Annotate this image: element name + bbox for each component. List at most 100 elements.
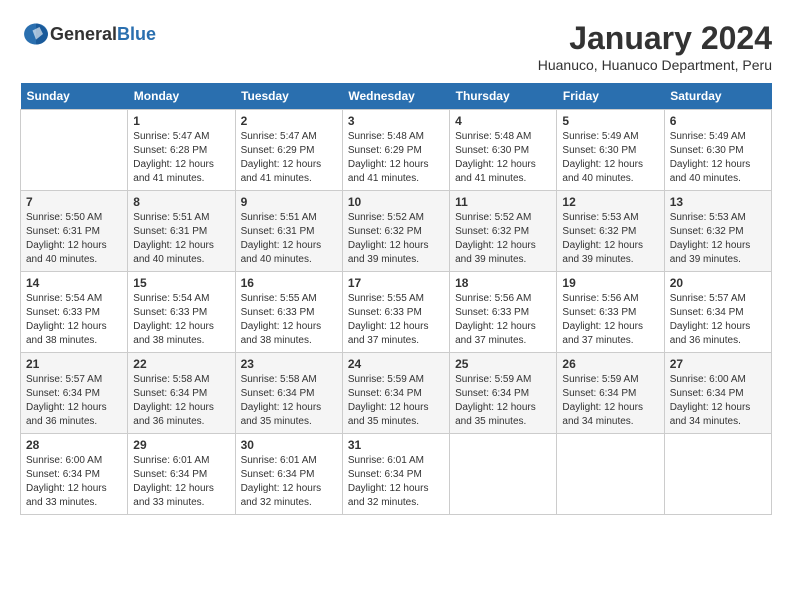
day-info: Sunrise: 5:53 AM Sunset: 6:32 PM Dayligh… (562, 211, 658, 267)
col-monday: Monday (128, 83, 235, 110)
calendar-cell: 29Sunrise: 6:01 AM Sunset: 6:34 PM Dayli… (128, 434, 235, 515)
day-info: Sunrise: 5:56 AM Sunset: 6:33 PM Dayligh… (455, 292, 551, 348)
day-info: Sunrise: 5:54 AM Sunset: 6:33 PM Dayligh… (133, 292, 229, 348)
calendar-cell: 14 Sunrise: 5:54 AM Sunset: 6:33 PM Dayli… (21, 272, 128, 353)
calendar-cell: 27Sunrise: 6:00 AM Sunset: 6:34 PM Dayli… (664, 353, 771, 434)
day-number: 27 (670, 357, 766, 371)
day-number: 24 (348, 357, 444, 371)
calendar-cell: 10 Sunrise: 5:52 AM Sunset: 6:32 PM Dayli… (342, 191, 449, 272)
col-friday: Friday (557, 83, 664, 110)
calendar-cell: 11 Sunrise: 5:52 AM Sunset: 6:32 PM Dayli… (450, 191, 557, 272)
day-info: Sunrise: 5:50 AM Sunset: 6:31 PM Dayligh… (26, 211, 122, 267)
calendar-cell (21, 110, 128, 191)
day-number: 4 (455, 114, 551, 128)
day-info: Sunrise: 5:59 AM Sunset: 6:34 PM Dayligh… (348, 373, 444, 429)
title-block: January 2024 Huanuco, Huanuco Department… (538, 20, 772, 73)
day-info: Sunrise: 5:57 AM Sunset: 6:34 PM Dayligh… (26, 373, 122, 429)
calendar-cell: 20Sunrise: 5:57 AM Sunset: 6:34 PM Dayli… (664, 272, 771, 353)
page: GeneralBlue January 2024 Huanuco, Huanuc… (0, 0, 792, 525)
day-number: 19 (562, 276, 658, 290)
calendar-cell: 22 Sunrise: 5:58 AM Sunset: 6:34 PM Dayli… (128, 353, 235, 434)
calendar-cell: 9 Sunrise: 5:51 AM Sunset: 6:31 PM Daylig… (235, 191, 342, 272)
calendar-cell: 13 Sunrise: 5:53 AM Sunset: 6:32 PM Dayli… (664, 191, 771, 272)
calendar-cell: 4 Sunrise: 5:48 AM Sunset: 6:30 PM Daylig… (450, 110, 557, 191)
header-row: Sunday Monday Tuesday Wednesday Thursday… (21, 83, 772, 110)
day-info: Sunrise: 5:48 AM Sunset: 6:30 PM Dayligh… (455, 130, 551, 186)
day-info: Sunrise: 6:01 AM Sunset: 6:34 PM Dayligh… (348, 454, 444, 510)
logo-icon (22, 20, 50, 48)
day-number: 13 (670, 195, 766, 209)
calendar-cell: 30Sunrise: 6:01 AM Sunset: 6:34 PM Dayli… (235, 434, 342, 515)
day-number: 31 (348, 438, 444, 452)
calendar-cell: 18Sunrise: 5:56 AM Sunset: 6:33 PM Dayli… (450, 272, 557, 353)
day-info: Sunrise: 5:52 AM Sunset: 6:32 PM Dayligh… (455, 211, 551, 267)
day-info: Sunrise: 5:59 AM Sunset: 6:34 PM Dayligh… (562, 373, 658, 429)
day-number: 6 (670, 114, 766, 128)
logo-blue: Blue (117, 24, 156, 44)
day-number: 17 (348, 276, 444, 290)
calendar-cell: 17 Sunrise: 5:55 AM Sunset: 6:33 PM Dayli… (342, 272, 449, 353)
logo: GeneralBlue (20, 20, 156, 48)
header: GeneralBlue January 2024 Huanuco, Huanuc… (20, 20, 772, 73)
col-sunday: Sunday (21, 83, 128, 110)
day-number: 14 (26, 276, 122, 290)
day-number: 7 (26, 195, 122, 209)
day-number: 26 (562, 357, 658, 371)
day-number: 16 (241, 276, 337, 290)
day-number: 11 (455, 195, 551, 209)
calendar-cell: 25 Sunrise: 5:59 AM Sunset: 6:34 PM Dayli… (450, 353, 557, 434)
day-info: Sunrise: 5:47 AM Sunset: 6:29 PM Dayligh… (241, 130, 337, 186)
day-info: Sunrise: 5:53 AM Sunset: 6:32 PM Dayligh… (670, 211, 766, 267)
calendar-cell (450, 434, 557, 515)
day-number: 20 (670, 276, 766, 290)
calendar-cell: 3 Sunrise: 5:48 AM Sunset: 6:29 PM Daylig… (342, 110, 449, 191)
day-info: Sunrise: 5:56 AM Sunset: 6:33 PM Dayligh… (562, 292, 658, 348)
calendar-week-2: 7 Sunrise: 5:50 AM Sunset: 6:31 PM Daylig… (21, 191, 772, 272)
calendar-table: Sunday Monday Tuesday Wednesday Thursday… (20, 83, 772, 515)
calendar-week-3: 14 Sunrise: 5:54 AM Sunset: 6:33 PM Dayli… (21, 272, 772, 353)
calendar-cell (557, 434, 664, 515)
col-thursday: Thursday (450, 83, 557, 110)
day-number: 28 (26, 438, 122, 452)
calendar-cell: 31 Sunrise: 6:01 AM Sunset: 6:34 PM Dayli… (342, 434, 449, 515)
day-info: Sunrise: 5:55 AM Sunset: 6:33 PM Dayligh… (348, 292, 444, 348)
subtitle: Huanuco, Huanuco Department, Peru (538, 57, 772, 73)
calendar-cell: 1Sunrise: 5:47 AM Sunset: 6:28 PM Daylig… (128, 110, 235, 191)
col-wednesday: Wednesday (342, 83, 449, 110)
day-number: 9 (241, 195, 337, 209)
calendar-cell: 12Sunrise: 5:53 AM Sunset: 6:32 PM Dayli… (557, 191, 664, 272)
calendar-cell: 6Sunrise: 5:49 AM Sunset: 6:30 PM Daylig… (664, 110, 771, 191)
calendar-cell: 5Sunrise: 5:49 AM Sunset: 6:30 PM Daylig… (557, 110, 664, 191)
calendar-cell: 19 Sunrise: 5:56 AM Sunset: 6:33 PM Dayli… (557, 272, 664, 353)
day-number: 22 (133, 357, 229, 371)
day-number: 1 (133, 114, 229, 128)
day-info: Sunrise: 5:54 AM Sunset: 6:33 PM Dayligh… (26, 292, 122, 348)
day-info: Sunrise: 5:48 AM Sunset: 6:29 PM Dayligh… (348, 130, 444, 186)
calendar-cell: 2Sunrise: 5:47 AM Sunset: 6:29 PM Daylig… (235, 110, 342, 191)
day-info: Sunrise: 5:58 AM Sunset: 6:34 PM Dayligh… (241, 373, 337, 429)
day-number: 23 (241, 357, 337, 371)
day-info: Sunrise: 5:51 AM Sunset: 6:31 PM Dayligh… (241, 211, 337, 267)
calendar-cell: 16Sunrise: 5:55 AM Sunset: 6:33 PM Dayli… (235, 272, 342, 353)
calendar-week-1: 1Sunrise: 5:47 AM Sunset: 6:28 PM Daylig… (21, 110, 772, 191)
calendar-cell: 26 Sunrise: 5:59 AM Sunset: 6:34 PM Dayli… (557, 353, 664, 434)
day-info: Sunrise: 6:00 AM Sunset: 6:34 PM Dayligh… (26, 454, 122, 510)
day-info: Sunrise: 5:59 AM Sunset: 6:34 PM Dayligh… (455, 373, 551, 429)
day-number: 15 (133, 276, 229, 290)
calendar-cell (664, 434, 771, 515)
day-info: Sunrise: 5:52 AM Sunset: 6:32 PM Dayligh… (348, 211, 444, 267)
day-info: Sunrise: 5:58 AM Sunset: 6:34 PM Dayligh… (133, 373, 229, 429)
day-number: 3 (348, 114, 444, 128)
day-info: Sunrise: 5:51 AM Sunset: 6:31 PM Dayligh… (133, 211, 229, 267)
calendar-header: Sunday Monday Tuesday Wednesday Thursday… (21, 83, 772, 110)
calendar-body: 1Sunrise: 5:47 AM Sunset: 6:28 PM Daylig… (21, 110, 772, 515)
col-saturday: Saturday (664, 83, 771, 110)
calendar-cell: 7 Sunrise: 5:50 AM Sunset: 6:31 PM Daylig… (21, 191, 128, 272)
calendar-cell: 15 Sunrise: 5:54 AM Sunset: 6:33 PM Dayli… (128, 272, 235, 353)
col-tuesday: Tuesday (235, 83, 342, 110)
day-number: 25 (455, 357, 551, 371)
calendar-week-4: 21 Sunrise: 5:57 AM Sunset: 6:34 PM Dayli… (21, 353, 772, 434)
day-number: 21 (26, 357, 122, 371)
calendar-cell: 28 Sunrise: 6:00 AM Sunset: 6:34 PM Dayli… (21, 434, 128, 515)
day-number: 10 (348, 195, 444, 209)
